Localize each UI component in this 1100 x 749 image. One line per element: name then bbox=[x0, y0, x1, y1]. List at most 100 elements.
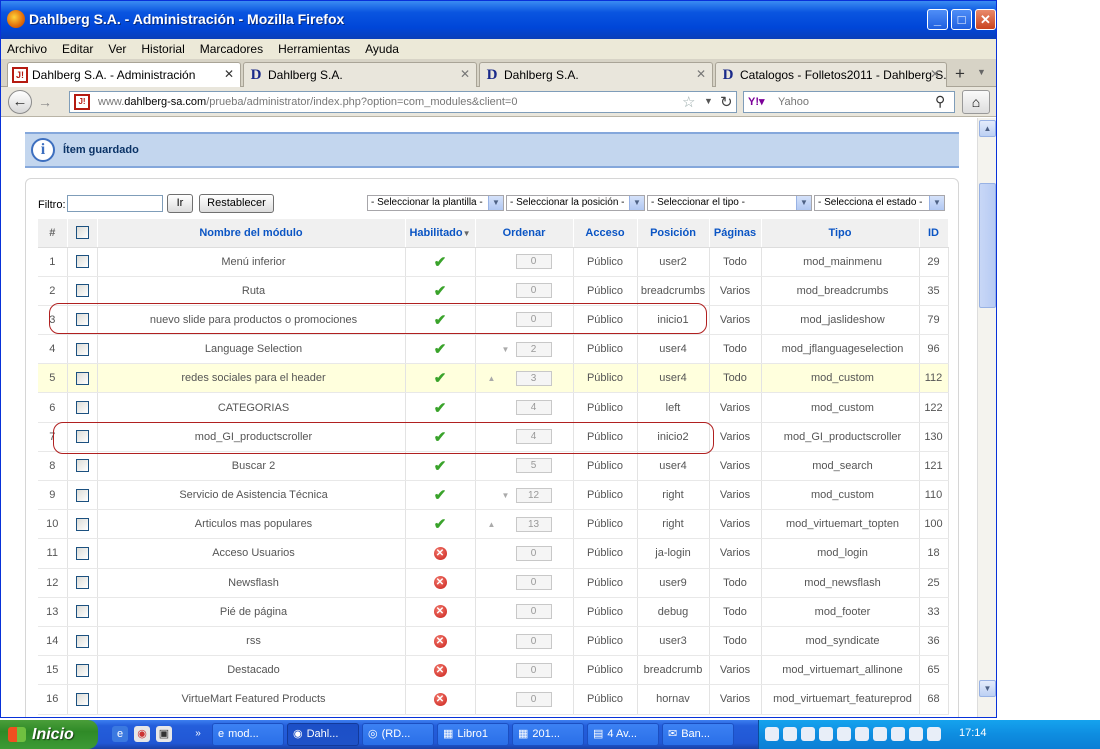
search-icon[interactable]: ⚲ bbox=[935, 93, 945, 110]
access-link[interactable]: Público bbox=[573, 392, 638, 423]
col-type[interactable]: Tipo bbox=[761, 219, 920, 248]
enabled-check-icon[interactable]: ✔ bbox=[434, 283, 447, 300]
row-checkbox[interactable] bbox=[75, 663, 89, 677]
access-link[interactable]: Público bbox=[573, 597, 638, 627]
order-up-icon[interactable]: ▲ bbox=[484, 520, 498, 529]
back-button[interactable]: ← bbox=[8, 90, 32, 114]
disabled-x-icon[interactable]: ✕ bbox=[433, 576, 447, 590]
scroll-thumb[interactable] bbox=[979, 183, 996, 308]
select-all-checkbox[interactable] bbox=[75, 226, 89, 240]
more-icon[interactable]: » bbox=[190, 726, 206, 742]
menu-marcadores[interactable]: Marcadores bbox=[200, 42, 263, 56]
enabled-check-icon[interactable]: ✔ bbox=[434, 254, 447, 271]
row-checkbox[interactable] bbox=[75, 488, 89, 502]
start-button[interactable]: Inicio bbox=[0, 720, 98, 749]
search-input[interactable] bbox=[778, 94, 928, 110]
minimize-button[interactable]: _ bbox=[927, 9, 948, 30]
row-checkbox[interactable] bbox=[75, 342, 89, 356]
module-name-link[interactable]: Pié de página bbox=[97, 597, 406, 627]
menu-editar[interactable]: Editar bbox=[62, 42, 93, 56]
filter-go-button[interactable]: Ir bbox=[167, 194, 193, 213]
tray-icon[interactable] bbox=[819, 727, 833, 741]
module-name-link[interactable]: Buscar 2 bbox=[97, 451, 406, 482]
enabled-check-icon[interactable]: ✔ bbox=[434, 400, 447, 417]
tab-close-icon[interactable]: ✕ bbox=[460, 67, 470, 81]
position-select[interactable]: - Seleccionar la posición - ▼ bbox=[506, 195, 645, 211]
row-checkbox[interactable] bbox=[75, 517, 89, 531]
row-checkbox[interactable] bbox=[75, 692, 89, 706]
row-checkbox[interactable] bbox=[75, 546, 89, 560]
disabled-x-icon[interactable]: ✕ bbox=[433, 663, 447, 677]
access-link[interactable]: Público bbox=[573, 334, 638, 365]
order-input[interactable]: 3 bbox=[515, 370, 552, 386]
menu-historial[interactable]: Historial bbox=[141, 42, 184, 56]
menu-ver[interactable]: Ver bbox=[108, 42, 126, 56]
history-dropdown-icon[interactable]: ▼ bbox=[704, 96, 713, 106]
address-bar[interactable]: J! www.dahlberg-sa.com/prueba/administra… bbox=[69, 91, 737, 113]
taskbar-item[interactable]: ◉ Dahl... bbox=[287, 723, 359, 746]
enabled-check-icon[interactable]: ✔ bbox=[434, 458, 447, 475]
module-name-link[interactable]: Language Selection bbox=[97, 334, 406, 365]
order-input[interactable]: 4 bbox=[515, 400, 552, 416]
col-position[interactable]: Posición bbox=[637, 219, 710, 248]
col-name[interactable]: Nombre del módulo bbox=[97, 219, 406, 248]
maximize-button[interactable]: □ bbox=[951, 9, 972, 30]
ie-icon[interactable]: e bbox=[112, 726, 128, 742]
col-order[interactable]: Ordenar bbox=[475, 219, 574, 248]
order-input[interactable]: 0 bbox=[515, 254, 552, 270]
yahoo-icon[interactable]: Y!▾ bbox=[748, 95, 765, 108]
disabled-x-icon[interactable]: ✕ bbox=[433, 605, 447, 619]
order-input[interactable]: 0 bbox=[515, 633, 552, 649]
tray-icon[interactable] bbox=[855, 727, 869, 741]
new-tab-button[interactable]: + bbox=[947, 62, 973, 87]
access-link[interactable]: Público bbox=[573, 363, 638, 394]
row-checkbox[interactable] bbox=[75, 401, 89, 415]
row-checkbox[interactable] bbox=[75, 371, 89, 385]
tray-icon[interactable] bbox=[873, 727, 887, 741]
firefox-quicklaunch-icon[interactable]: ◉ bbox=[134, 726, 150, 742]
tab-close-icon[interactable]: ✕ bbox=[696, 67, 706, 81]
desktop-icon[interactable]: ▣ bbox=[156, 726, 172, 742]
home-button[interactable]: ⌂ bbox=[962, 90, 990, 114]
reset-button[interactable]: Restablecer bbox=[199, 194, 274, 213]
menu-archivo[interactable]: Archivo bbox=[7, 42, 47, 56]
tray-icon[interactable] bbox=[927, 727, 941, 741]
tray-icon[interactable] bbox=[783, 727, 797, 741]
col-enabled[interactable]: Habilitado▼ bbox=[405, 219, 476, 248]
module-name-link[interactable]: Articulos mas populares bbox=[97, 509, 406, 540]
state-select[interactable]: - Selecciona el estado - ▼ bbox=[814, 195, 945, 211]
tab-dahlberg-2[interactable]: D Dahlberg S.A. ✕ bbox=[479, 62, 713, 87]
order-input[interactable]: 0 bbox=[515, 545, 552, 561]
enabled-check-icon[interactable]: ✔ bbox=[434, 341, 447, 358]
taskbar-item[interactable]: ▦ 201... bbox=[512, 723, 584, 746]
filter-input[interactable] bbox=[67, 195, 163, 212]
tab-administracion[interactable]: J! Dahlberg S.A. - Administración ✕ bbox=[7, 62, 241, 87]
order-input[interactable]: 12 bbox=[515, 487, 552, 503]
order-input[interactable]: 0 bbox=[515, 575, 552, 591]
order-down-icon[interactable]: ▼ bbox=[498, 345, 512, 354]
module-name-link[interactable]: Destacado bbox=[97, 655, 406, 686]
tab-catalogos[interactable]: D Catalogos - Folletos2011 - Dahlberg S.… bbox=[715, 62, 947, 87]
access-link[interactable]: Público bbox=[573, 276, 638, 306]
col-access[interactable]: Acceso bbox=[573, 219, 638, 248]
access-link[interactable]: Público bbox=[573, 568, 638, 598]
enabled-check-icon[interactable]: ✔ bbox=[434, 487, 447, 504]
row-checkbox[interactable] bbox=[75, 634, 89, 648]
order-down-icon[interactable]: ▼ bbox=[498, 491, 512, 500]
reload-icon[interactable]: ↻ bbox=[720, 93, 733, 111]
search-bar[interactable]: Y!▾ ⚲ bbox=[743, 91, 955, 113]
row-checkbox[interactable] bbox=[75, 255, 89, 269]
module-name-link[interactable]: Ruta bbox=[97, 276, 406, 306]
tray-icon[interactable] bbox=[909, 727, 923, 741]
module-name-link[interactable]: Newsflash bbox=[97, 568, 406, 598]
scroll-up-icon[interactable]: ▲ bbox=[979, 120, 996, 137]
row-checkbox[interactable] bbox=[75, 605, 89, 619]
order-input[interactable]: 0 bbox=[515, 604, 552, 620]
tray-icon[interactable] bbox=[891, 727, 905, 741]
module-name-link[interactable]: Servicio de Asistencia Técnica bbox=[97, 480, 406, 511]
close-button[interactable]: ✕ bbox=[975, 9, 996, 30]
order-input[interactable]: 0 bbox=[515, 662, 552, 678]
taskbar-item[interactable]: ◎ (RD... bbox=[362, 723, 434, 746]
bookmark-star-icon[interactable]: ☆ bbox=[682, 93, 695, 111]
taskbar-item[interactable]: ▦ Libro1 bbox=[437, 723, 509, 746]
